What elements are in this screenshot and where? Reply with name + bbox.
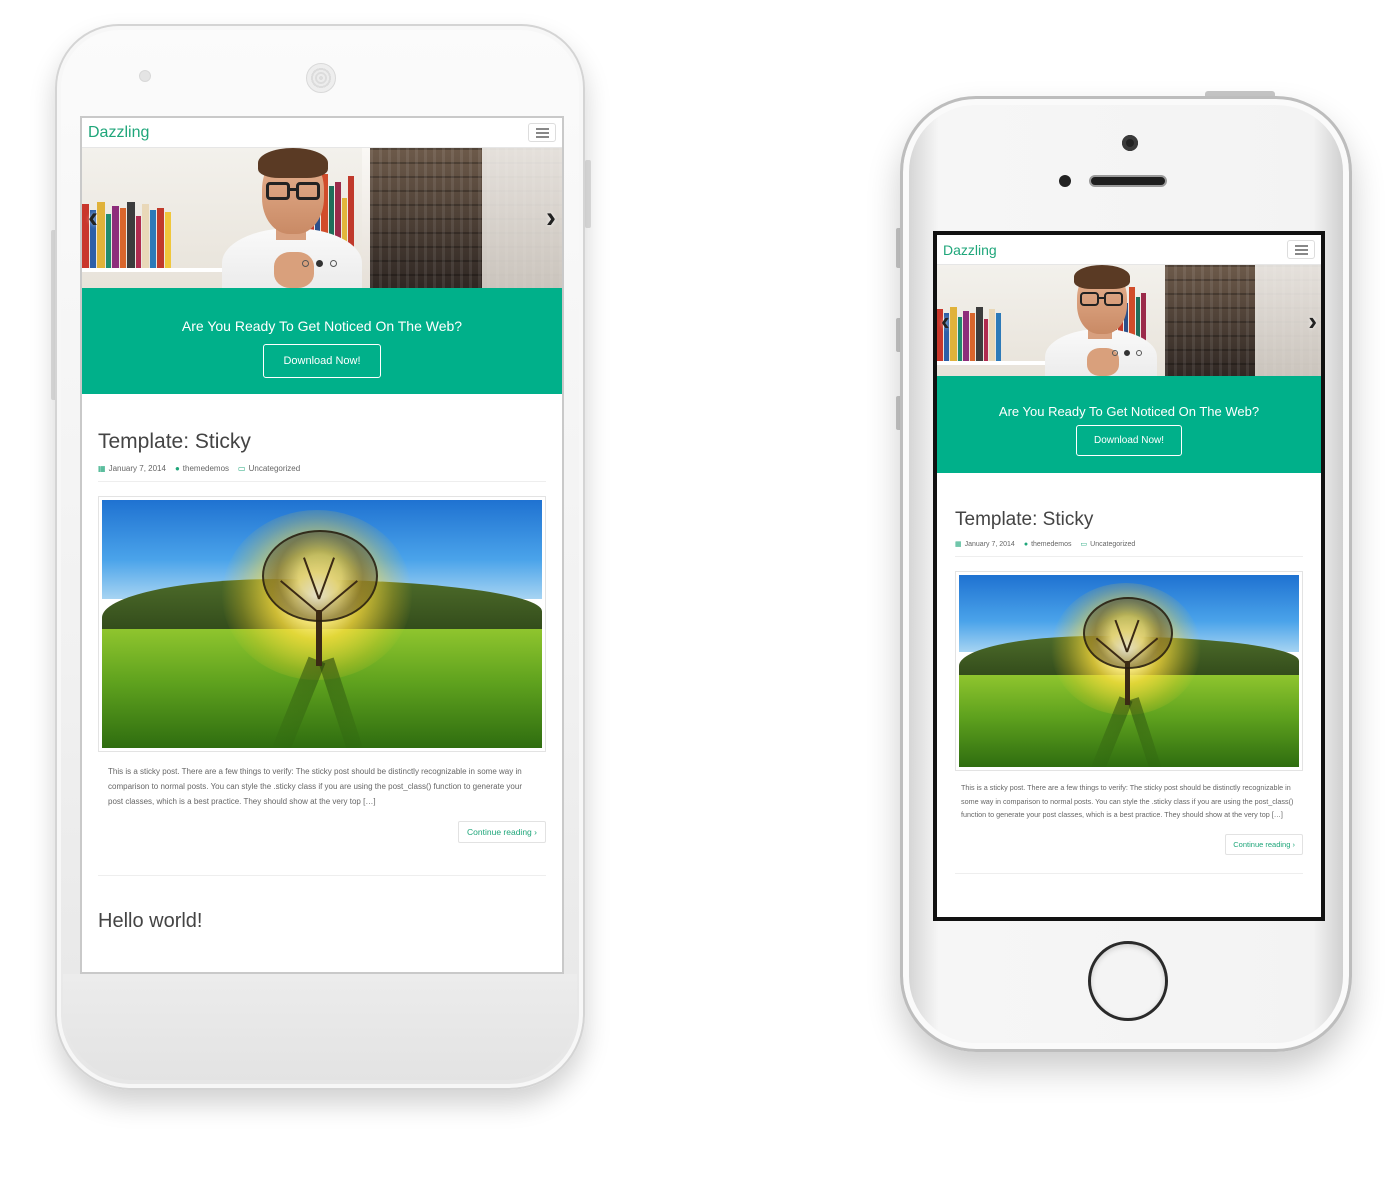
hero-slider: ‹ › [82, 148, 562, 288]
post-divider [955, 872, 1303, 874]
continue-reading-button[interactable]: Continue reading › [458, 821, 546, 843]
post-sticky: Template: Sticky ▦ January 7, 2014 ● theme… [82, 394, 562, 933]
post-author-text: themedemos [1031, 540, 1072, 548]
slider-prev-button[interactable]: ‹ [941, 308, 950, 334]
chevron-right-icon: › [534, 827, 537, 837]
slider-next-button[interactable]: › [1308, 308, 1317, 334]
download-button[interactable]: Download Now! [1075, 425, 1183, 456]
speaker-grille-icon [306, 63, 336, 93]
post-category-text: Uncategorized [1090, 541, 1136, 548]
android-phone: Dazzling ‹ › Are You Ready To Get Notice… [55, 24, 585, 1090]
post-author[interactable]: ● themedemos [175, 464, 229, 473]
bookshelf [82, 188, 212, 268]
navbar: Dazzling [937, 235, 1321, 265]
post-date-text: January 7, 2014 [964, 541, 1015, 548]
chevron-right-icon: › [1292, 839, 1296, 849]
post-category-text: Uncategorized [248, 464, 301, 473]
hamburger-menu-icon[interactable] [1287, 240, 1315, 259]
front-camera-icon [1122, 135, 1138, 151]
post-sticky: Template: Sticky ▦ January 7, 2014 ● theme… [937, 473, 1321, 874]
hamburger-menu-icon[interactable] [528, 123, 556, 142]
slide-dot-2[interactable] [1124, 350, 1130, 356]
post-title-hello[interactable]: Hello world! [98, 876, 546, 933]
download-button[interactable]: Download Now! [263, 344, 381, 378]
bookshelf [937, 295, 1037, 361]
front-camera-icon [139, 70, 151, 82]
continue-reading-label: Continue reading [467, 827, 532, 837]
post-title[interactable]: Template: Sticky [98, 430, 546, 454]
cta-heading: Are You Ready To Get Noticed On The Web? [998, 404, 1260, 419]
slide-dot-3[interactable] [1136, 350, 1142, 356]
continue-reading-button[interactable]: Continue reading › [1225, 833, 1303, 855]
slider-indicators [1112, 350, 1142, 356]
slide-dot-1[interactable] [302, 260, 309, 267]
slide-dot-3[interactable] [330, 260, 337, 267]
site-brand[interactable]: Dazzling [88, 124, 149, 142]
slider-indicators [302, 260, 337, 267]
post-excerpt: This is a sticky post. There are a few t… [108, 767, 522, 806]
earpiece-speaker-icon [1089, 175, 1167, 187]
android-power-button [585, 160, 591, 228]
slide-dot-1[interactable] [1112, 350, 1118, 356]
cta-banner: Are You Ready To Get Noticed On The Web?… [937, 376, 1321, 473]
slide-person [1037, 265, 1165, 376]
site-brand[interactable]: Dazzling [943, 242, 997, 258]
tree-sunrise-image [102, 500, 542, 748]
phone-chin [63, 974, 577, 1080]
android-screen: Dazzling ‹ › Are You Ready To Get Notice… [80, 116, 564, 974]
post-thumbnail[interactable] [955, 571, 1303, 771]
post-category[interactable]: ▭ Uncategorized [238, 464, 300, 473]
post-category[interactable]: ▭ Uncategorized [1081, 540, 1136, 548]
user-icon: ● [174, 464, 180, 473]
slider-next-button[interactable]: › [546, 203, 556, 233]
user-icon: ● [1023, 540, 1029, 548]
continue-reading-label: Continue reading [1233, 839, 1291, 849]
iphone: Dazzling ‹ › Are You Ready To Get Notice… [900, 96, 1352, 1052]
slider-prev-button[interactable]: ‹ [88, 203, 98, 233]
post-meta: ▦ January 7, 2014 ● themedemos ▭ Uncategori… [98, 464, 546, 482]
cta-banner: Are You Ready To Get Noticed On The Web?… [82, 288, 562, 394]
post-thumbnail[interactable] [98, 496, 546, 752]
proximity-sensor-icon [1059, 175, 1071, 187]
folder-open-icon: ▭ [238, 464, 246, 473]
calendar-icon: ▦ [98, 464, 106, 473]
cta-heading: Are You Ready To Get Noticed On The Web? [181, 318, 463, 334]
slide-dot-2[interactable] [316, 260, 323, 267]
calendar-icon: ▦ [955, 541, 962, 548]
post-author[interactable]: ● themedemos [1024, 541, 1072, 548]
post-date[interactable]: ▦ January 7, 2014 [98, 464, 166, 473]
folder-open-icon: ▭ [1080, 541, 1088, 548]
hero-slider: ‹ › [937, 265, 1321, 376]
iphone-screen: Dazzling ‹ › Are You Ready To Get Notice… [933, 231, 1325, 921]
navbar: Dazzling [82, 118, 562, 148]
tree-sunrise-image [959, 575, 1299, 767]
post-excerpt: This is a sticky post. There are a few t… [961, 783, 1294, 819]
post-title[interactable]: Template: Sticky [955, 509, 1303, 531]
post-date-text: January 7, 2014 [108, 464, 166, 473]
post-author-text: themedemos [182, 464, 230, 473]
post-date[interactable]: ▦ January 7, 2014 [955, 540, 1015, 548]
post-meta: ▦ January 7, 2014 ● themedemos ▭ Uncategori… [955, 540, 1303, 557]
home-button[interactable] [1088, 941, 1168, 1021]
slide-person [212, 148, 372, 288]
